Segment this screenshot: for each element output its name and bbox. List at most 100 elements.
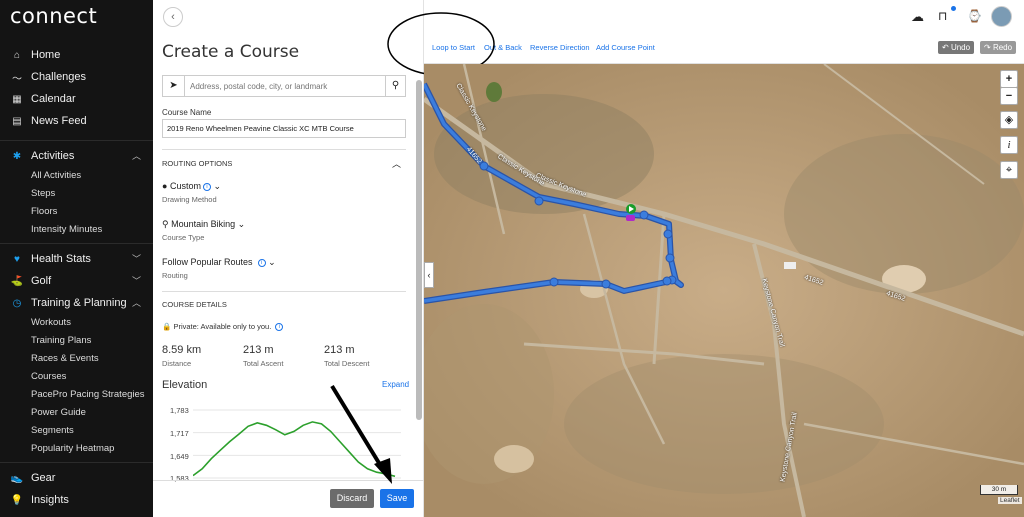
course-name-label: Course Name [162, 108, 212, 117]
elevation-title: Elevation [162, 379, 208, 391]
sidebar-item-label: Golf [31, 275, 52, 287]
undo-label: Undo [950, 43, 971, 52]
activities-icon: ✱ [12, 150, 22, 162]
privacy-setting[interactable]: 🔒 Private: Available only to you. i [162, 322, 284, 331]
map-canvas[interactable]: Classic Keystone Classic Keystone 41652 … [424, 64, 1024, 517]
chevron-left-icon: ‹ [427, 270, 431, 280]
routing-value: Follow Popular Routes [162, 257, 253, 267]
divider [0, 462, 153, 463]
info-icon[interactable]: i [202, 183, 211, 191]
course-type-label: Course Type [162, 233, 205, 242]
sidebar-subitem-intensity-minutes[interactable]: Intensity Minutes [0, 221, 153, 239]
divider [162, 291, 406, 292]
descent-value: 213 m [324, 344, 355, 356]
y-tick-label: 1,783 [170, 406, 189, 415]
course-type-option[interactable]: ⚲ Mountain Biking ⌄ Course Type [162, 219, 245, 242]
course-type-value: Mountain Biking [171, 219, 236, 229]
chevron-down-icon: ⌄ [213, 181, 222, 191]
layers-icon: ◈ [1004, 114, 1014, 126]
chevron-down-icon: ⌄ [237, 219, 246, 229]
ascent-label: Total Ascent [243, 359, 284, 368]
sidebar-subitem-power-guide[interactable]: Power Guide [0, 404, 153, 422]
add-course-point-button[interactable]: Add Course Point [596, 43, 655, 52]
sidebar-subitem-floors[interactable]: Floors [0, 203, 153, 221]
bike-icon: ⚲ [162, 219, 169, 229]
sidebar-item-news-feed[interactable]: ▤ News Feed [0, 110, 153, 132]
sidebar-subitem-all-activities[interactable]: All Activities [0, 167, 153, 185]
sidebar-item-label: Home [31, 49, 61, 61]
layers-button[interactable]: ◈ [1000, 111, 1018, 129]
distance-value: 8.59 km [162, 344, 202, 356]
sidebar-item-health-stats[interactable]: ♥ Health Stats ﹀ [0, 248, 153, 270]
info-icon[interactable]: i [257, 259, 266, 267]
chevron-up-icon[interactable]: ︿ [392, 157, 401, 170]
zoom-out-button[interactable]: − [1000, 87, 1018, 105]
sidebar-item-golf[interactable]: ⛳ Golf ﹀ [0, 270, 153, 292]
sidebar-item-challenges[interactable]: 〜 Challenges [0, 66, 153, 88]
sidebar-subitem-training-plans[interactable]: Training Plans [0, 332, 153, 350]
chevron-left-icon: ‹ [171, 11, 175, 23]
golf-icon: ⛳ [10, 275, 24, 287]
total-ascent-stat: 213 m Total Ascent [243, 344, 283, 368]
y-tick-label: 1,649 [170, 452, 189, 461]
map-info-button[interactable]: i [1000, 136, 1018, 154]
drawing-method-option[interactable]: ● Custom i ⌄ Drawing Method [162, 181, 221, 204]
divider [0, 140, 153, 141]
avatar[interactable] [991, 6, 1012, 27]
chevron-up-icon: ︿ [131, 151, 141, 161]
locate-button[interactable]: ⌖ [1000, 161, 1018, 179]
course-details-label: COURSE DETAILS [162, 300, 227, 309]
distance-label: Distance [162, 359, 192, 368]
sidebar-item-label: Activities [31, 150, 75, 162]
sidebar-subitem-popularity-heatmap[interactable]: Popularity Heatmap [0, 440, 153, 458]
sidebar-subitem-workouts[interactable]: Workouts [0, 314, 153, 332]
sidebar-item-label: Insights [31, 494, 69, 506]
back-button[interactable]: ‹ [163, 7, 183, 27]
inbox-icon[interactable]: ⊓ [938, 9, 947, 23]
search-icon[interactable]: ⚲ [385, 76, 405, 96]
sidebar-item-label: Training & Planning [31, 297, 127, 309]
zoom-in-button[interactable]: + [1000, 70, 1018, 88]
sidebar-subitem-pacepro[interactable]: PacePro Pacing Strategies [0, 386, 153, 404]
sidebar-item-activities[interactable]: ✱ Activities ︿ [0, 145, 153, 167]
undo-button[interactable]: ↶ Undo [938, 41, 975, 54]
heart-icon: ♥ [14, 253, 20, 265]
sidebar-item-calendar[interactable]: ▦ Calendar [0, 88, 153, 110]
sidebar-subitem-courses[interactable]: Courses [0, 368, 153, 386]
connect-logo: connect [10, 4, 98, 28]
routing-option[interactable]: Follow Popular Routes i ⌄ Routing [162, 257, 276, 280]
collapse-panel-button[interactable]: ‹ [424, 262, 434, 288]
pin-icon: ● [162, 181, 168, 191]
chevron-down-icon: ﹀ [131, 254, 141, 264]
course-name-field[interactable]: 2019 Reno Wheelmen Peavine Classic XC MT… [162, 119, 406, 138]
sidebar-item-gear[interactable]: 👟 Gear [0, 467, 153, 489]
sidebar-subitem-races-events[interactable]: Races & Events [0, 350, 153, 368]
stopwatch-icon: ◷ [12, 297, 22, 309]
routing-options-label: ROUTING OPTIONS [162, 159, 233, 168]
info-icon[interactable]: i [275, 323, 284, 331]
watch-icon[interactable]: ⌚ [967, 9, 982, 23]
page-title: Create a Course [162, 42, 300, 62]
upload-cloud-icon[interactable]: ☁ [911, 9, 924, 25]
lightbulb-icon: 💡 [10, 494, 24, 506]
divider [0, 243, 153, 244]
annotation-arrow [330, 384, 392, 484]
ascent-value: 213 m [243, 344, 274, 356]
redo-button[interactable]: ↷ Redo [980, 41, 1017, 54]
descent-label: Total Descent [324, 359, 370, 368]
location-arrow-icon[interactable]: ➤ [163, 76, 185, 96]
chevron-down-icon: ⌄ [268, 257, 276, 267]
reverse-direction-button[interactable]: Reverse Direction [530, 43, 590, 52]
sidebar-item-insights[interactable]: 💡 Insights [0, 489, 153, 511]
leaflet-attribution[interactable]: Leaflet [998, 497, 1022, 504]
location-search: ➤ ⚲ [162, 75, 406, 97]
notification-badge [951, 6, 956, 11]
panel-scrollbar[interactable] [416, 80, 422, 420]
routing-label: Routing [162, 271, 188, 280]
map-toolbar: Loop to Start Out & Back Reverse Directi… [424, 33, 1024, 64]
sidebar-subitem-steps[interactable]: Steps [0, 185, 153, 203]
search-input[interactable] [185, 76, 385, 96]
sidebar-subitem-segments[interactable]: Segments [0, 422, 153, 440]
sidebar-item-training-planning[interactable]: ◷ Training & Planning ︿ [0, 292, 153, 314]
sidebar-item-home[interactable]: ⌂ Home [0, 44, 153, 66]
